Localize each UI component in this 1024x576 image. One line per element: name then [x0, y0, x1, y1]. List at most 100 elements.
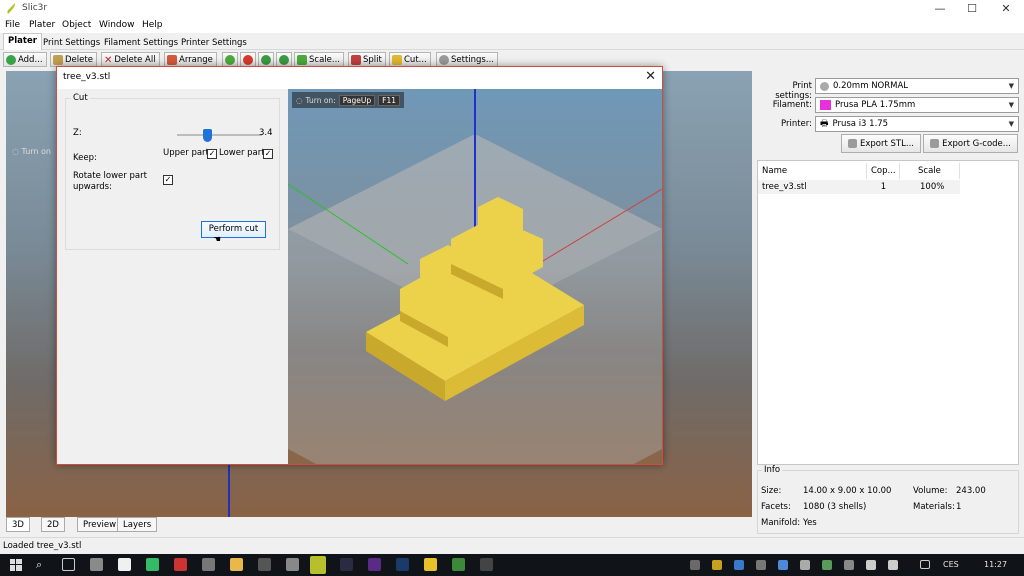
column-name[interactable]: Name: [758, 163, 867, 179]
tab-layers[interactable]: Layers: [117, 517, 158, 532]
app-icon[interactable]: [146, 558, 159, 571]
app-icon[interactable]: [340, 558, 353, 571]
delete-all-icon: ✕: [104, 54, 113, 66]
close-button[interactable]: ✕: [990, 0, 1022, 18]
facets-value: 1080 (3 shells): [803, 502, 867, 512]
slic3r-taskbar-icon[interactable]: [310, 556, 326, 574]
minimize-button[interactable]: —: [924, 0, 956, 18]
z-slider-track[interactable]: [177, 134, 262, 136]
z-slider-thumb[interactable]: [203, 129, 212, 142]
object-list[interactable]: Name Cop... Scale tree_v3.stl 1 100%: [757, 160, 1019, 465]
size-label: Size:: [761, 486, 782, 496]
rotate-lower-part-checkbox[interactable]: ✓: [163, 175, 173, 185]
chrome-icon[interactable]: [424, 558, 437, 571]
upper-part-checkbox[interactable]: ✓: [207, 149, 217, 159]
delete-button[interactable]: Delete: [50, 52, 97, 67]
tray-icon[interactable]: [690, 560, 700, 570]
app-icon[interactable]: [202, 558, 215, 571]
premiere-icon[interactable]: [368, 558, 381, 571]
filament-label: Filament:: [772, 100, 812, 110]
menu-plater[interactable]: Plater: [29, 20, 55, 30]
windows-taskbar: ⌕ CES 11:27: [0, 554, 1024, 576]
export-stl-button[interactable]: Export STL...: [841, 134, 921, 153]
tray-icon[interactable]: [822, 560, 832, 570]
cut-button[interactable]: Cut...: [389, 52, 431, 67]
settings-button[interactable]: Settings...: [436, 52, 498, 67]
tab-3d[interactable]: 3D: [6, 517, 30, 532]
printer-icon: 🖶: [820, 119, 829, 129]
windows-start-icon[interactable]: [10, 559, 22, 571]
delete-all-button[interactable]: ✕ Delete All: [101, 52, 160, 67]
dialog-body: Cut Z: 3.4 Keep: Upper part ✓ Lower part…: [57, 89, 662, 464]
tab-printer-settings[interactable]: Printer Settings: [176, 35, 252, 50]
tray-icon[interactable]: [734, 560, 744, 570]
folder-icon[interactable]: [230, 558, 243, 571]
photoshop-icon[interactable]: [396, 558, 409, 571]
tray-icon[interactable]: [778, 560, 788, 570]
minus-icon: [243, 54, 253, 65]
app-icon[interactable]: [452, 558, 465, 571]
status-text: Loaded tree_v3.stl: [3, 541, 82, 551]
column-scale[interactable]: Scale: [900, 163, 960, 179]
rotate-label-line2: upwards:: [73, 182, 112, 192]
mouse-cursor-icon: ☚: [213, 235, 222, 245]
rotate-right-button[interactable]: [276, 52, 292, 67]
menu-object[interactable]: Object: [62, 20, 91, 30]
info-box: Info Size: 14.00 x 9.00 x 10.00 Volume: …: [757, 465, 1019, 534]
cut-preview-viewport[interactable]: ◌ Turn on: PageUp F11: [288, 89, 662, 464]
app-icon[interactable]: [118, 558, 131, 571]
upper-part-label: Upper part: [163, 148, 209, 158]
printer-select[interactable]: 🖶 Prusa i3 1.75 ▼: [815, 116, 1019, 132]
title-bar: Slic3r — ☐ ✕: [0, 0, 1024, 18]
print-settings-select[interactable]: 0.20mm NORMAL ▼: [815, 78, 1019, 94]
chevron-down-icon: ▼: [1008, 101, 1014, 109]
arrange-icon: [167, 55, 177, 65]
decrease-copies-button[interactable]: [240, 52, 256, 67]
tab-preview[interactable]: Preview: [77, 517, 123, 532]
app-icon[interactable]: [174, 558, 187, 571]
search-icon[interactable]: ⌕: [36, 558, 42, 572]
input-language[interactable]: CES: [943, 560, 959, 569]
dialog-close-button[interactable]: ✕: [645, 69, 656, 84]
export-gcode-button[interactable]: Export G-code...: [923, 134, 1018, 153]
lower-part-checkbox[interactable]: ✓: [263, 149, 273, 159]
app-icon[interactable]: [480, 558, 493, 571]
tray-icon[interactable]: [712, 560, 722, 570]
network-icon[interactable]: [866, 560, 876, 570]
notification-icon[interactable]: [920, 560, 930, 569]
menu-bar: File Plater Object Window Help: [0, 18, 1024, 33]
tray-icon[interactable]: [756, 560, 766, 570]
menu-file[interactable]: File: [5, 20, 20, 30]
mail-icon[interactable]: [90, 558, 103, 571]
tray-icon[interactable]: [800, 560, 810, 570]
task-view-icon[interactable]: [62, 558, 75, 571]
preview-hint: ◌ Turn on: PageUp F11: [292, 92, 404, 108]
perform-cut-button[interactable]: Perform cut: [201, 221, 266, 238]
tab-plater[interactable]: Plater: [3, 33, 42, 50]
maximize-button[interactable]: ☐: [956, 0, 988, 18]
menu-window[interactable]: Window: [99, 20, 135, 30]
status-bar: Loaded tree_v3.stl: [0, 537, 1024, 554]
filament-select[interactable]: Prusa PLA 1.75mm ▼: [815, 97, 1019, 113]
increase-copies-button[interactable]: [222, 52, 238, 67]
tab-2d[interactable]: 2D: [41, 517, 65, 532]
volume-label: Volume:: [913, 486, 948, 496]
app-icon[interactable]: [258, 558, 271, 571]
tab-print-settings[interactable]: Print Settings: [38, 35, 105, 50]
arrange-button[interactable]: Arrange: [164, 52, 217, 67]
tab-filament-settings[interactable]: Filament Settings: [99, 35, 183, 50]
tray-icon[interactable]: [844, 560, 854, 570]
column-copies[interactable]: Cop...: [867, 163, 900, 179]
clock[interactable]: 11:27: [984, 560, 1007, 569]
rotate-left-button[interactable]: [258, 52, 274, 67]
volume-icon[interactable]: [888, 560, 898, 570]
scale-button[interactable]: Scale...: [294, 52, 344, 67]
window-title: Slic3r: [22, 3, 48, 13]
app-icon[interactable]: [286, 558, 299, 571]
z-label: Z:: [73, 128, 82, 138]
menu-help[interactable]: Help: [142, 20, 163, 30]
manifold-value: Yes: [803, 518, 817, 528]
add-button[interactable]: Add...: [3, 52, 47, 67]
gear-icon: [439, 55, 449, 65]
split-button[interactable]: Split: [348, 52, 386, 67]
